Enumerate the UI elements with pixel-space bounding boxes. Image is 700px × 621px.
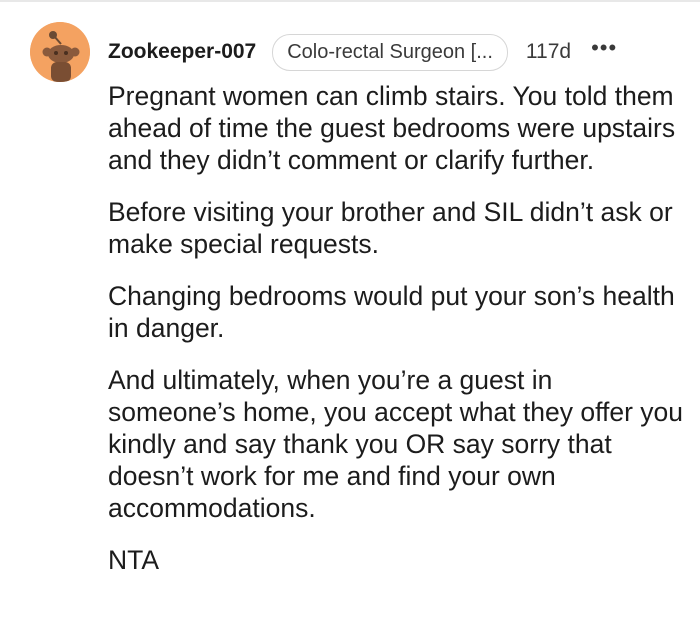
user-flair: Colo-rectal Surgeon [... — [272, 33, 508, 71]
comment-paragraph: NTA — [108, 545, 160, 575]
comment-paragraph: And ultimately, when you’re a guest in s… — [108, 365, 684, 523]
comment-header: Zookeeper-007 Colo-rectal Surgeon [... 1… — [108, 33, 617, 71]
comment-paragraph: Changing bedrooms would put your son’s h… — [108, 281, 675, 343]
comment-paragraph: Before visiting your brother and SIL did… — [108, 197, 673, 259]
timestamp: 117d — [525, 40, 572, 63]
comment-body: Pregnant women can climb stairs. You tol… — [108, 80, 683, 596]
snoo-avatar-icon — [30, 22, 90, 82]
comment: Zookeeper-007 Colo-rectal Surgeon [... 1… — [0, 0, 700, 621]
username-link[interactable]: Zookeeper-007 — [108, 40, 256, 64]
user-avatar[interactable] — [30, 22, 90, 82]
comment-paragraph: Pregnant women can climb stairs. You tol… — [108, 81, 676, 175]
more-options-icon[interactable]: ••• — [591, 37, 617, 59]
